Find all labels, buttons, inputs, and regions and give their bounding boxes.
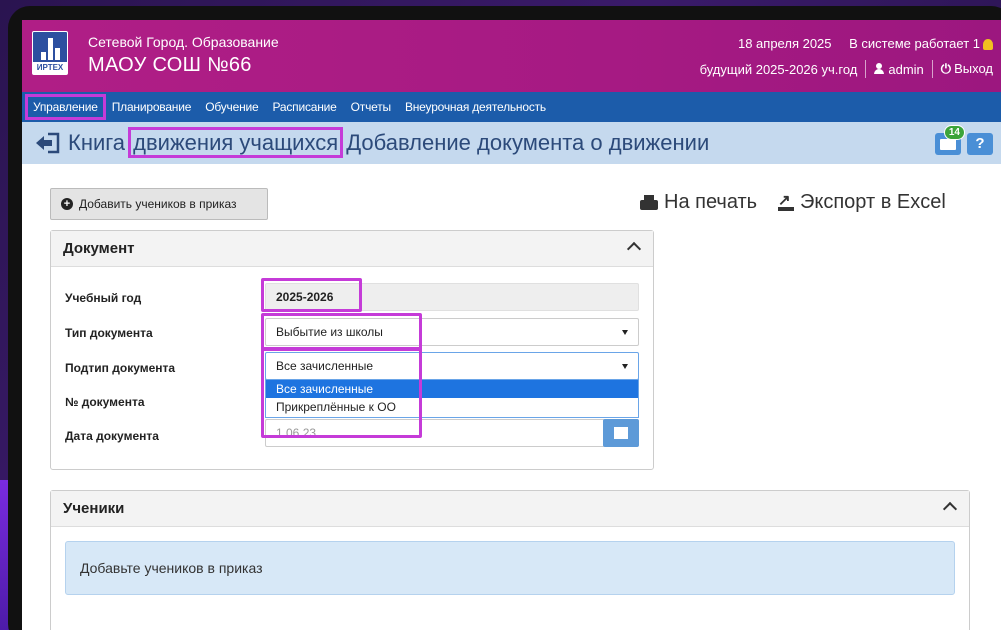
- nav-item-planning[interactable]: Планирование: [105, 92, 199, 122]
- online-users[interactable]: В системе работает 1: [849, 36, 993, 51]
- empty-students-message: Добавьте учеников в приказ: [65, 541, 955, 595]
- help-button[interactable]: ?: [967, 133, 993, 155]
- logo[interactable]: ИРТЕХ: [32, 31, 68, 75]
- print-button[interactable]: На печать: [640, 191, 757, 214]
- online-users-label: В системе работает 1: [849, 36, 980, 51]
- main-nav: Управление Планирование Обучение Расписа…: [22, 92, 1001, 122]
- logout-button[interactable]: ⏻ Выход: [941, 61, 993, 77]
- subtype-option[interactable]: Прикреплённые к ОО: [266, 398, 638, 416]
- username: admin: [888, 61, 924, 77]
- user-link[interactable]: admin: [874, 61, 924, 77]
- back-icon[interactable]: [34, 132, 60, 154]
- header-status: 18 апреля 2025 В системе работает 1: [724, 36, 993, 51]
- nav-item-reports[interactable]: Отчеты: [344, 92, 398, 122]
- print-label: На печать: [664, 191, 758, 213]
- user-icon: [874, 62, 885, 74]
- students-panel-header[interactable]: Ученики: [51, 491, 969, 527]
- breadcrumb-prefix[interactable]: Книга: [68, 130, 131, 155]
- breadcrumb-book[interactable]: движения учащихся: [128, 127, 344, 158]
- app-screen: ИРТЕХ Сетевой Город. Образование МАОУ СО…: [22, 20, 1001, 630]
- doc-type-select[interactable]: Выбытие из школы: [265, 318, 639, 346]
- year-label: Учебный год: [65, 291, 142, 305]
- subtype-dropdown: Все зачисленные Прикреплённые к ОО: [265, 379, 639, 418]
- doc-type-label: Тип документа: [65, 326, 153, 340]
- nav-item-learning[interactable]: Обучение: [198, 92, 265, 122]
- nav-item-extracurricular[interactable]: Внеурочная деятельность: [398, 92, 553, 122]
- camera-icon: [502, 12, 542, 25]
- export-excel-button[interactable]: Экспорт в Excel: [778, 191, 946, 214]
- doc-date-input[interactable]: 1.06.23: [265, 419, 605, 447]
- chevron-up-icon[interactable]: [626, 241, 642, 257]
- app-header: ИРТЕХ Сетевой Город. Образование МАОУ СО…: [22, 20, 1001, 92]
- doc-subtype-label: Подтип документа: [65, 361, 176, 375]
- users-icon: [983, 39, 993, 51]
- header-account: будущий 2025-2026 уч.год admin ⏻ Выход: [700, 60, 993, 78]
- students-panel-title: Ученики: [63, 500, 125, 517]
- doc-subtype-select[interactable]: Все зачисленные: [265, 352, 639, 380]
- power-icon: ⏻: [940, 61, 952, 76]
- page-titlebar: Книга движения учащихся Добавление докум…: [22, 122, 1001, 164]
- mail-icon[interactable]: 14: [935, 125, 965, 155]
- document-panel-title: Документ: [63, 240, 135, 257]
- org-subtitle: Сетевой Город. Образование: [88, 34, 279, 50]
- subtype-option[interactable]: Все зачисленные: [266, 380, 638, 398]
- printer-icon: [640, 194, 658, 211]
- document-panel: Документ Учебный год 2025-2026 Тип докум…: [50, 230, 654, 470]
- students-panel: Ученики Добавьте учеников в приказ: [50, 490, 970, 630]
- school-year[interactable]: будущий 2025-2026 уч.год: [700, 62, 858, 77]
- current-date: 18 апреля 2025: [737, 36, 832, 51]
- logo-text: ИРТЕХ: [33, 62, 67, 74]
- export-icon: [778, 191, 794, 211]
- divider: [865, 60, 867, 78]
- export-label: Экспорт в Excel: [800, 191, 946, 213]
- nav-item-schedule[interactable]: Расписание: [266, 92, 344, 122]
- org-name: МАОУ СОШ №66: [88, 54, 252, 76]
- plus-circle-icon: +: [61, 198, 73, 210]
- doc-date-label: Дата документа: [65, 429, 159, 443]
- mail-count-badge: 14: [943, 125, 965, 140]
- nav-item-management[interactable]: Управление: [25, 94, 106, 120]
- calendar-icon[interactable]: [603, 419, 639, 447]
- divider: [931, 60, 933, 78]
- logout-label: Выход: [954, 61, 993, 76]
- document-panel-header[interactable]: Документ: [51, 231, 653, 267]
- add-students-label: Добавить учеников в приказ: [79, 197, 237, 211]
- chevron-up-icon[interactable]: [942, 501, 958, 517]
- doc-number-label: № документа: [65, 395, 145, 409]
- school-year-field: 2025-2026: [265, 283, 639, 311]
- page-title: Книга движения учащихся Добавление докум…: [68, 127, 710, 158]
- add-students-button[interactable]: + Добавить учеников в приказ: [50, 188, 268, 220]
- page-subtitle: Добавление документа о движении: [340, 130, 710, 155]
